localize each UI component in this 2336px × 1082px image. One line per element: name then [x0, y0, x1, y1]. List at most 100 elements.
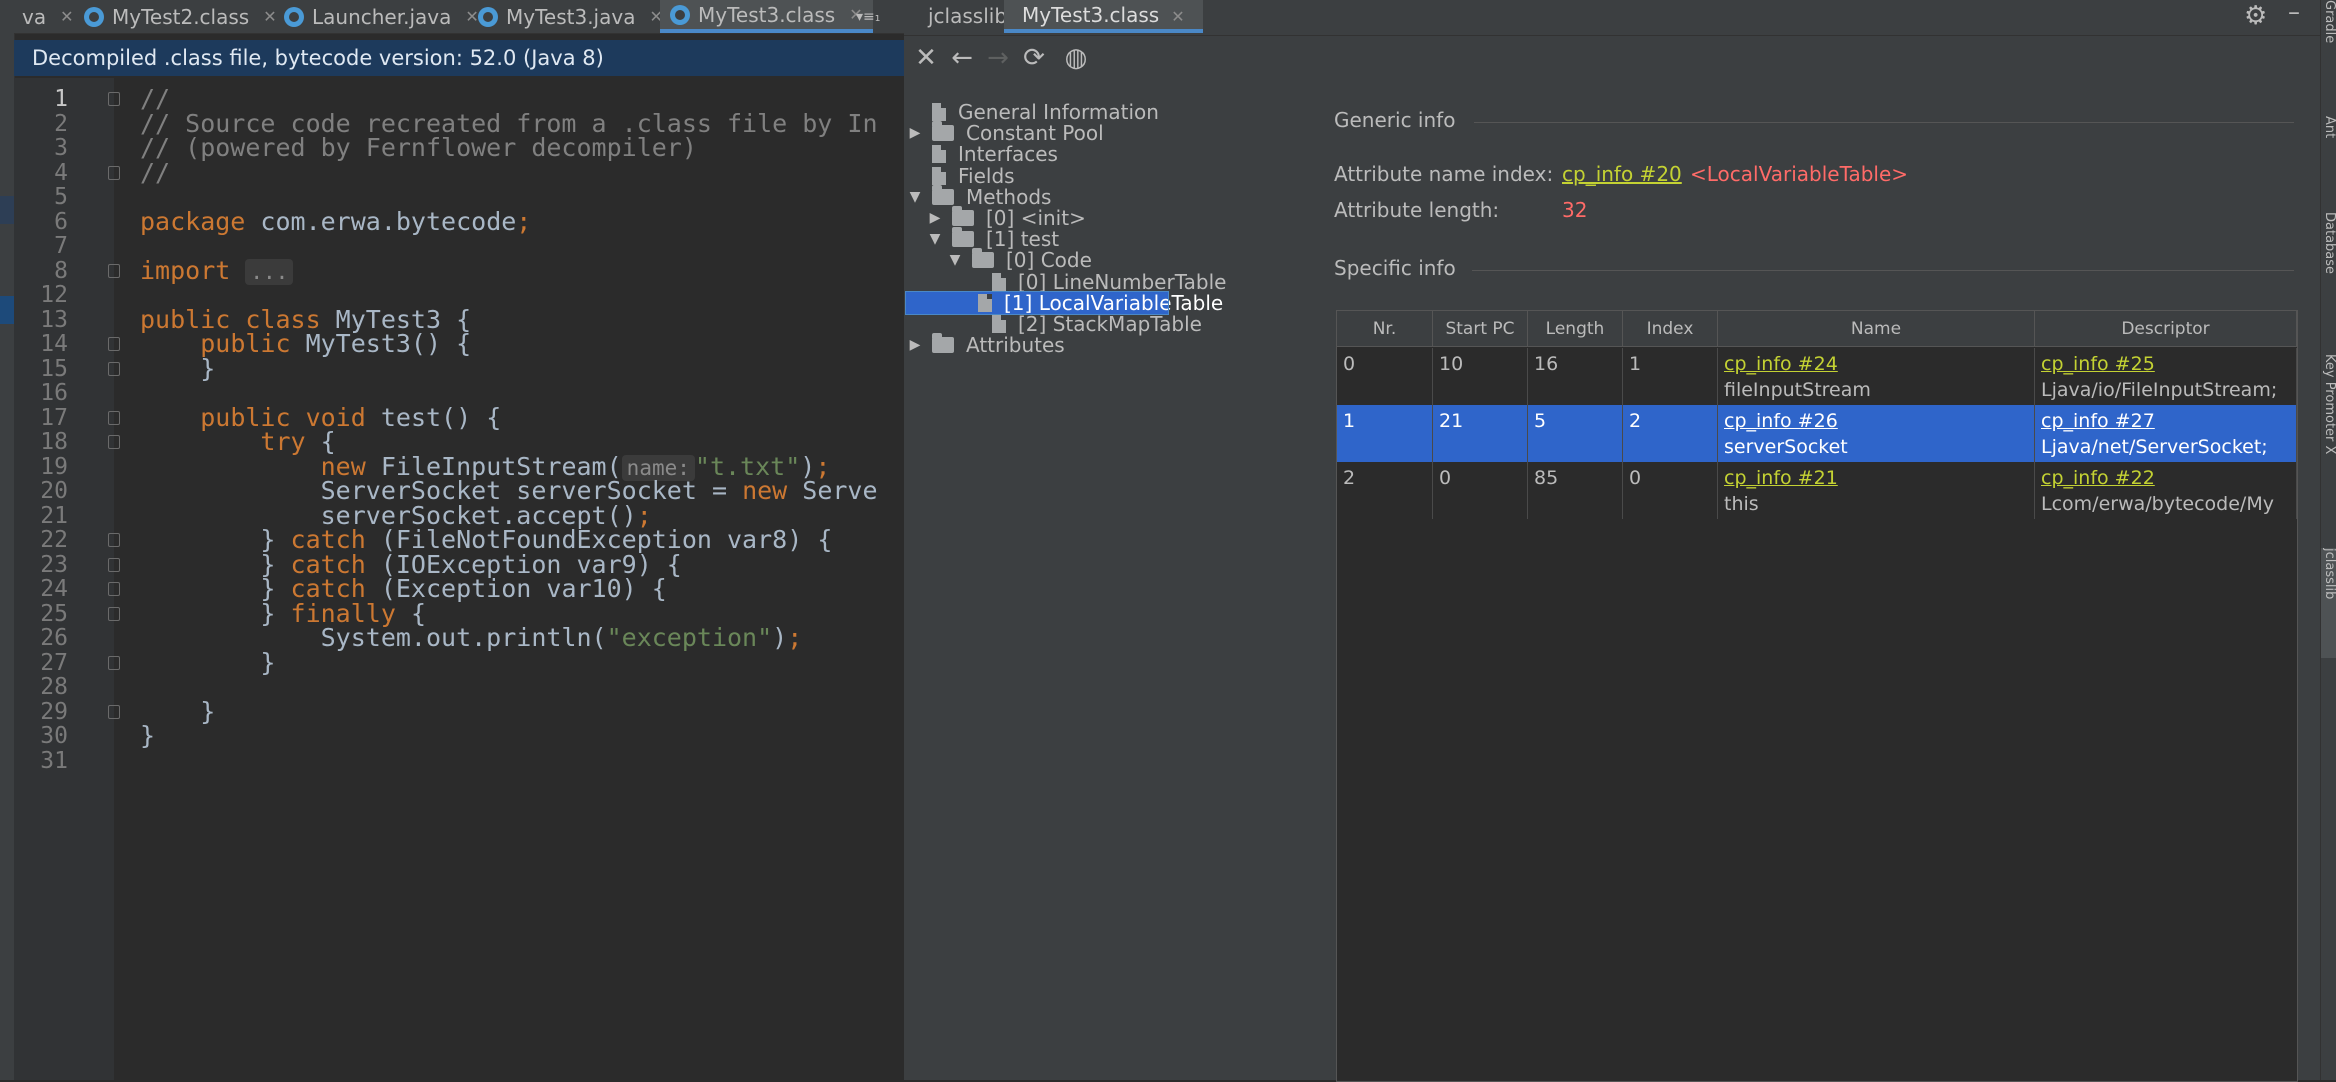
fold-marker-icon[interactable] — [108, 165, 120, 180]
editor-tab-0[interactable]: va ✕ — [22, 0, 74, 33]
table-cell-index: 2 — [1623, 405, 1718, 462]
gradle-tool-button[interactable]: Gradle — [2321, 0, 2336, 92]
line-number: 15 — [40, 355, 68, 382]
close-icon[interactable]: ✕ — [263, 7, 276, 26]
chevron-right-icon[interactable]: ▶ — [908, 122, 922, 144]
class-structure-tree: General Information ▶ Constant Pool Interfa… — [904, 80, 1304, 480]
constant-pool-link[interactable]: cp_info #21 — [1724, 465, 2028, 491]
gear-icon[interactable]: ⚙ — [2244, 2, 2272, 30]
table-cell-name: cp_info #24 fileInputStream — [1718, 348, 2035, 405]
back-icon[interactable]: ← — [946, 42, 978, 74]
table-cell-nr: 1 — [1337, 405, 1433, 462]
fold-marker-icon[interactable] — [108, 361, 120, 376]
tree-node[interactable]: General Information — [908, 101, 1159, 123]
jclasslib-tab[interactable]: MyTest3.class ✕ — [1004, 0, 1203, 33]
chevron-down-icon[interactable]: ▼ — [928, 228, 942, 250]
key-promoter-tool-button[interactable]: Key Promoter X — [2321, 354, 2336, 514]
line-number: 20 — [40, 478, 68, 504]
column-header-name[interactable]: Name — [1718, 311, 2035, 347]
close-icon[interactable]: ✕ — [1171, 7, 1184, 26]
tree-node[interactable]: ▶ [0] <init> — [928, 206, 1086, 229]
line-number: 25 — [40, 600, 68, 627]
tree-node-label: [0] LineNumberTable — [1018, 269, 1227, 294]
file-icon — [992, 272, 1006, 291]
jclasslib-tool-button[interactable]: jclasslib — [2321, 548, 2336, 658]
tree-node[interactable]: ▶ Attributes — [908, 333, 1065, 356]
fold-marker-icon[interactable] — [108, 92, 120, 106]
column-header-index[interactable]: Index — [1623, 311, 1718, 347]
chevron-right-icon[interactable]: ▶ — [908, 334, 922, 356]
line-number: 16 — [40, 380, 68, 406]
tree-node[interactable]: ▼ Methods — [908, 184, 1051, 208]
folder-icon — [952, 206, 974, 226]
web-icon[interactable]: ◍ — [1060, 42, 1092, 74]
editor-tab-4[interactable]: MyTest3.class ✕ — [660, 0, 873, 33]
line-number: 19 — [40, 453, 68, 480]
fold-marker-icon[interactable] — [108, 557, 120, 572]
fold-marker-icon[interactable] — [108, 337, 120, 351]
minimize-icon[interactable]: – — [2288, 0, 2312, 28]
chevron-down-icon[interactable]: ▼ — [948, 249, 962, 271]
code-line: } — [140, 721, 155, 750]
column-header-descriptor[interactable]: Descriptor — [2035, 311, 2297, 347]
specific-info-title: Specific info — [1334, 256, 1456, 280]
code-token: import — [140, 255, 246, 285]
code-token: Serve — [802, 476, 878, 505]
fold-marker-icon[interactable] — [108, 533, 120, 547]
constant-pool-link[interactable]: cp_info #25 — [2041, 351, 2290, 377]
table-cell-start-pc: 21 — [1433, 405, 1528, 462]
line-number: 21 — [40, 502, 68, 529]
code-line: // (powered by Fernflower decompiler) — [140, 133, 697, 162]
fold-marker-icon[interactable] — [108, 704, 120, 719]
database-tool-button[interactable]: Database — [2321, 212, 2336, 322]
tree-node[interactable]: [1] LocalVariableTable — [905, 290, 1223, 315]
editor-tab-2[interactable]: Launcher.java ✕ — [284, 0, 479, 33]
column-header-nr[interactable]: Nr. — [1337, 311, 1433, 347]
tree-node[interactable]: Interfaces — [908, 143, 1058, 165]
column-header-length[interactable]: Length — [1528, 311, 1623, 347]
folder-icon — [932, 121, 954, 142]
fold-marker-icon[interactable] — [108, 435, 120, 449]
attribute-name-index-link[interactable]: cp_info #20 — [1562, 162, 1682, 186]
tree-node[interactable]: [2] StackMapTable — [968, 313, 1202, 335]
tree-node[interactable]: ▶ Constant Pool — [908, 121, 1104, 144]
line-number: 29 — [40, 698, 68, 725]
code-token: test() { — [380, 402, 502, 432]
tree-node[interactable]: ▼ [1] test — [928, 227, 1059, 250]
inlay-hint[interactable]: ... — [245, 258, 294, 285]
tree-node[interactable]: Fields — [908, 165, 1015, 187]
fold-marker-icon[interactable] — [108, 263, 120, 278]
column-header-start-pc[interactable]: Start PC — [1433, 311, 1528, 347]
close-icon[interactable]: ✕ — [60, 7, 73, 26]
chevron-right-icon[interactable]: ▶ — [928, 207, 942, 229]
table-row[interactable]: 2 0 85 0 cp_info #21 this cp_info #22 Lcom/erwa… — [1337, 462, 2297, 519]
fold-marker-icon[interactable] — [108, 606, 120, 621]
close-icon[interactable]: ✕ — [910, 42, 942, 74]
constant-pool-link[interactable]: cp_info #24 — [1724, 351, 2028, 377]
tree-node[interactable]: [0] LineNumberTable — [968, 271, 1226, 293]
close-icon[interactable]: ✕ — [465, 7, 478, 26]
constant-pool-link[interactable]: cp_info #26 — [1724, 408, 2028, 434]
tab-overflow-button[interactable]: ▾≡₁ — [856, 0, 880, 33]
constant-pool-link[interactable]: cp_info #22 — [2041, 465, 2290, 491]
class-file-icon — [670, 4, 690, 25]
fold-marker-icon[interactable] — [108, 410, 120, 425]
forward-icon[interactable]: → — [982, 42, 1014, 74]
chevron-down-icon[interactable]: ▼ — [908, 186, 922, 208]
line-number: 5 — [54, 184, 68, 210]
editor-tab-bar: va ✕ MyTest2.class ✕ Launcher.java ✕ MyT… — [14, 0, 904, 34]
tree-node[interactable]: ▼ [0] Code — [948, 248, 1092, 271]
code-token: ; — [787, 623, 803, 652]
table-row[interactable]: 1 21 5 2 cp_info #26 serverSocket cp_info #27 L… — [1337, 405, 2297, 462]
editor-tab-3[interactable]: MyTest3.java ✕ — [478, 0, 663, 33]
ant-tool-button[interactable]: Ant — [2321, 116, 2336, 178]
line-number: 23 — [40, 551, 68, 578]
attribute-length-value: 32 — [1562, 198, 1588, 222]
code-token: package — [140, 206, 261, 236]
editor-tab-1[interactable]: MyTest2.class ✕ — [84, 0, 277, 33]
table-row[interactable]: 0 10 16 1 cp_info #24 fileInputStream cp_info … — [1337, 348, 2297, 405]
fold-marker-icon[interactable] — [108, 655, 120, 670]
fold-marker-icon[interactable] — [108, 582, 120, 596]
constant-pool-link[interactable]: cp_info #27 — [2041, 408, 2290, 434]
refresh-icon[interactable]: ⟳ — [1018, 42, 1050, 74]
